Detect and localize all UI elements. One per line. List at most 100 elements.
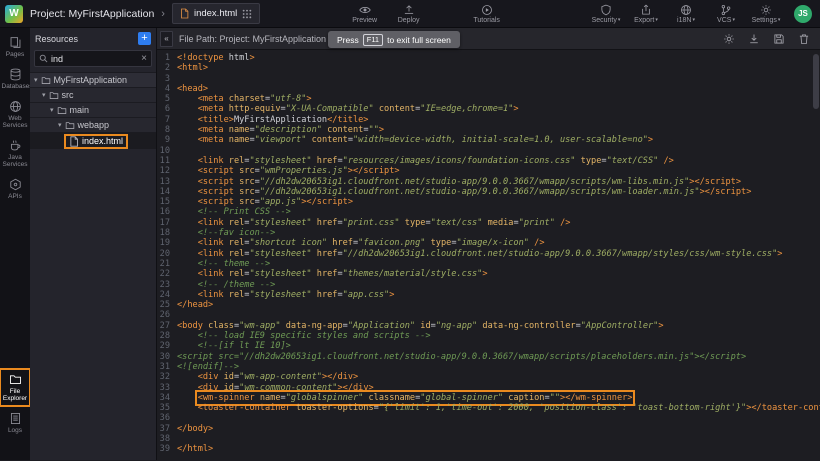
- scrollbar-thumb[interactable]: [813, 54, 819, 109]
- tree-item-main[interactable]: ▾main: [30, 102, 156, 117]
- settings-menu[interactable]: Settings▾: [751, 4, 781, 24]
- code-text[interactable]: <link rel="stylesheet" href="resources/i…: [177, 156, 674, 166]
- code-line[interactable]: 27<body class="wm-app" data-ng-app="Appl…: [157, 321, 820, 331]
- code-text[interactable]: [177, 146, 182, 156]
- code-line[interactable]: 30<script src="//dh2dw20653ig1.cloudfron…: [157, 352, 820, 362]
- rail-item-apis[interactable]: APIs: [0, 174, 30, 204]
- tree-item-myfirstapplication[interactable]: ▾MyFirstApplication: [30, 72, 156, 87]
- code-line[interactable]: 15 <script src="app.js"></script>: [157, 197, 820, 207]
- add-resource-button[interactable]: +: [138, 32, 151, 45]
- code-text[interactable]: [177, 413, 182, 423]
- code-text[interactable]: <script src="//dh2dw20653ig1.cloudfront.…: [177, 187, 751, 197]
- code-text[interactable]: <meta name="description" content="">: [177, 125, 384, 135]
- code-text[interactable]: <link rel="stylesheet" href="print.css" …: [177, 218, 570, 228]
- code-text[interactable]: <div id="wm-app-content"></div>: [177, 372, 358, 382]
- code-text[interactable]: <meta name="viewport" content="width=dev…: [177, 135, 653, 145]
- code-text[interactable]: <div id="wm-common-content"></div>: [177, 383, 374, 393]
- code-line[interactable]: 28 <!-- load IE9 specific styles and scr…: [157, 331, 820, 341]
- code-text[interactable]: [177, 310, 182, 320]
- code-editor[interactable]: 1<!doctype html>2<html>3 4<head>5 <meta …: [157, 50, 820, 460]
- code-line[interactable]: 21 <!-- theme -->: [157, 259, 820, 269]
- code-line[interactable]: 36: [157, 413, 820, 423]
- code-line[interactable]: 2<html>: [157, 63, 820, 73]
- code-text[interactable]: [177, 74, 182, 84]
- code-line[interactable]: 26: [157, 310, 820, 320]
- security-menu[interactable]: Security▾: [591, 4, 621, 24]
- code-line[interactable]: 20 <link rel="stylesheet" href="//dh2dw2…: [157, 249, 820, 259]
- code-text[interactable]: </body>: [177, 424, 213, 434]
- code-text[interactable]: <![endif]-->: [177, 362, 239, 372]
- code-text[interactable]: <!doctype html>: [177, 53, 255, 63]
- tree-item-webapp[interactable]: ▾webapp: [30, 117, 156, 132]
- code-line[interactable]: 3: [157, 74, 820, 84]
- code-line[interactable]: 25</head>: [157, 300, 820, 310]
- code-line[interactable]: 7 <title>MyFirstApplication</title>: [157, 115, 820, 125]
- tutorials-button[interactable]: Tutorials: [472, 4, 502, 24]
- code-text[interactable]: <!--fav icon-->: [177, 228, 275, 238]
- code-line[interactable]: 18 <!--fav icon-->: [157, 228, 820, 238]
- code-text[interactable]: <!-- load IE9 specific styles and script…: [177, 331, 431, 341]
- rail-item-pages[interactable]: Pages: [0, 32, 30, 62]
- code-line[interactable]: 34 <wm-spinner name="globalspinner" clas…: [157, 393, 820, 403]
- code-line[interactable]: 11 <link rel="stylesheet" href="resource…: [157, 156, 820, 166]
- code-line[interactable]: 13 <script src="//dh2dw20653ig1.cloudfro…: [157, 177, 820, 187]
- search-input[interactable]: [51, 54, 138, 64]
- export-menu[interactable]: Export▾: [631, 4, 661, 24]
- code-text[interactable]: <meta charset="utf-8">: [177, 94, 312, 104]
- tree-item-index-html[interactable]: index.html: [30, 132, 156, 149]
- deploy-button[interactable]: Deploy: [394, 4, 424, 24]
- code-line[interactable]: 6 <meta http-equiv="X-UA-Compatible" con…: [157, 104, 820, 114]
- code-text[interactable]: <link rel="stylesheet" href="app.css">: [177, 290, 394, 300]
- preview-button[interactable]: Preview: [350, 4, 380, 24]
- code-text[interactable]: <script src="app.js"></script>: [177, 197, 353, 207]
- wavemaker-logo[interactable]: W: [5, 5, 23, 23]
- code-text[interactable]: <!-- /theme -->: [177, 280, 275, 290]
- code-text[interactable]: <script src="//dh2dw20653ig1.cloudfront.…: [177, 177, 741, 187]
- code-text[interactable]: <wm-spinner name="globalspinner" classna…: [177, 393, 632, 403]
- code-line[interactable]: 10: [157, 146, 820, 156]
- code-text[interactable]: </html>: [177, 444, 213, 454]
- i18n-menu[interactable]: i18N▾: [671, 4, 701, 24]
- code-text[interactable]: <!--[if lt IE 10]>: [177, 341, 291, 351]
- code-line[interactable]: 38: [157, 434, 820, 444]
- code-line[interactable]: 33 <div id="wm-common-content"></div>: [157, 383, 820, 393]
- grid-icon[interactable]: [242, 9, 252, 19]
- code-line[interactable]: 8 <meta name="description" content="">: [157, 125, 820, 135]
- code-line[interactable]: 4<head>: [157, 84, 820, 94]
- code-text[interactable]: [177, 434, 182, 444]
- rail-item-java-services[interactable]: Java Services: [0, 135, 30, 172]
- code-line[interactable]: 17 <link rel="stylesheet" href="print.cs…: [157, 218, 820, 228]
- code-text[interactable]: <meta http-equiv="X-UA-Compatible" conte…: [177, 104, 519, 114]
- code-text[interactable]: <html>: [177, 63, 208, 73]
- code-line[interactable]: 14 <script src="//dh2dw20653ig1.cloudfro…: [157, 187, 820, 197]
- vcs-menu[interactable]: VCS▾: [711, 4, 741, 24]
- rail-item-web-services[interactable]: Web Services: [0, 96, 30, 133]
- code-text[interactable]: <toaster-container toaster-options="{'li…: [177, 403, 820, 413]
- code-text[interactable]: <!-- theme -->: [177, 259, 270, 269]
- rail-item-file-explorer[interactable]: File Explorer: [0, 369, 30, 406]
- code-text[interactable]: <link rel="stylesheet" href="themes/mate…: [177, 269, 488, 279]
- save-button[interactable]: [773, 33, 785, 45]
- code-line[interactable]: 12 <script src="wmProperties.js"></scrip…: [157, 166, 820, 176]
- code-line[interactable]: 29 <!--[if lt IE 10]>: [157, 341, 820, 351]
- code-text[interactable]: <link rel="stylesheet" href="//dh2dw2065…: [177, 249, 782, 259]
- code-line[interactable]: 39</html>: [157, 444, 820, 454]
- settings-button[interactable]: [723, 33, 735, 45]
- tab-index-html[interactable]: index.html: [172, 3, 260, 24]
- code-line[interactable]: 24 <link rel="stylesheet" href="app.css"…: [157, 290, 820, 300]
- code-line[interactable]: 5 <meta charset="utf-8">: [157, 94, 820, 104]
- code-line[interactable]: 35 <toaster-container toaster-options="{…: [157, 403, 820, 413]
- code-text[interactable]: <script src="//dh2dw20653ig1.cloudfront.…: [177, 352, 746, 362]
- code-line[interactable]: 9 <meta name="viewport" content="width=d…: [157, 135, 820, 145]
- code-text[interactable]: <!-- Print CSS -->: [177, 207, 291, 217]
- code-text[interactable]: </head>: [177, 300, 213, 310]
- code-line[interactable]: 37</body>: [157, 424, 820, 434]
- code-line[interactable]: 32 <div id="wm-app-content"></div>: [157, 372, 820, 382]
- code-text[interactable]: <script src="wmProperties.js"></script>: [177, 166, 400, 176]
- clear-search-icon[interactable]: ×: [141, 53, 147, 64]
- rail-item-logs[interactable]: Logs: [0, 408, 30, 438]
- code-line[interactable]: 22 <link rel="stylesheet" href="themes/m…: [157, 269, 820, 279]
- code-text[interactable]: <body class="wm-app" data-ng-app="Applic…: [177, 321, 664, 331]
- code-line[interactable]: 31<![endif]-->: [157, 362, 820, 372]
- code-text[interactable]: <head>: [177, 84, 208, 94]
